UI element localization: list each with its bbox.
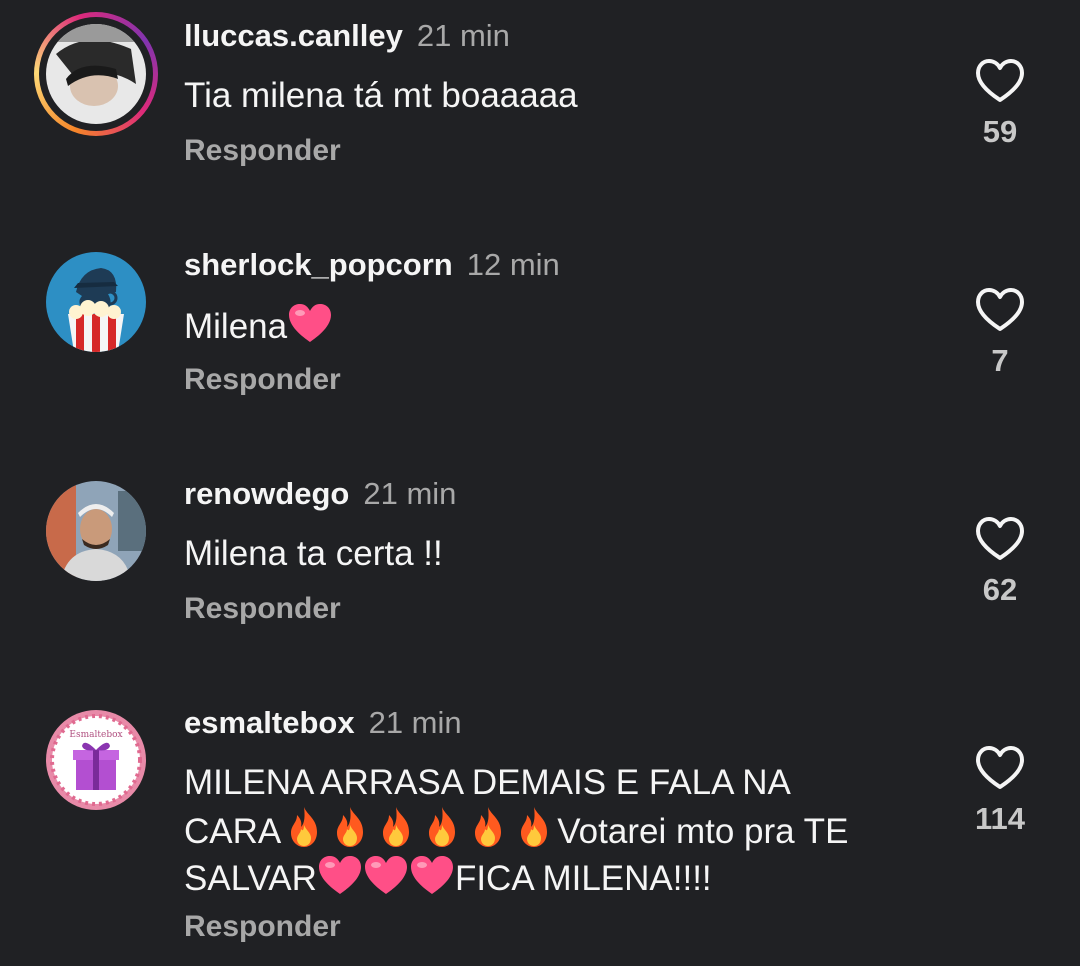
avatar-brand-text: Esmaltebox: [69, 730, 122, 740]
reply-button[interactable]: Responder: [184, 907, 341, 947]
comment-text-segment: SALVAR: [184, 859, 317, 898]
avatar[interactable]: [46, 252, 146, 352]
reply-button[interactable]: Responder: [184, 131, 341, 171]
fire-emoji-icon: [419, 805, 465, 849]
comment-text: Milena: [184, 302, 944, 349]
timestamp: 21 min: [363, 476, 457, 511]
avatar[interactable]: [46, 481, 146, 581]
user-photo-avatar-icon: [46, 24, 146, 124]
comment-text-segment: CARA: [184, 812, 282, 851]
avatar[interactable]: [46, 24, 146, 124]
comment-text-segment: Votarei mto pra TE: [557, 812, 849, 851]
comment-text-line: SALVAR FICA MILENA!!!!: [184, 854, 944, 901]
gift-box-avatar-icon: Esmaltebox: [46, 710, 146, 810]
timestamp: 21 min: [416, 18, 510, 53]
pink-heart-emoji-icon: [287, 302, 333, 344]
fire-emoji-icon: [511, 805, 557, 849]
heart-outline-icon[interactable]: [975, 745, 1025, 791]
comment-text-segment: FICA MILENA!!!!: [454, 859, 712, 898]
username[interactable]: lluccas.canlley: [184, 18, 403, 53]
timestamp: 12 min: [466, 247, 560, 282]
like-count: 62: [982, 572, 1018, 607]
avatar[interactable]: Esmaltebox: [46, 710, 146, 810]
pink-heart-emoji-icon: [317, 854, 363, 896]
like-count: 59: [982, 114, 1018, 149]
comment-text-line: CARA Votarei mto pra TE: [184, 805, 944, 854]
fire-emoji-icon: [327, 805, 373, 849]
man-with-cap-avatar-icon: [46, 481, 146, 581]
like-button[interactable]: 114: [960, 745, 1040, 839]
fire-emoji-icon: [465, 805, 511, 849]
story-ring[interactable]: [34, 12, 158, 136]
username[interactable]: esmaltebox: [184, 705, 355, 740]
like-count: 7: [991, 343, 1009, 378]
comment-text-content: Milena: [184, 307, 288, 346]
like-count: 114: [974, 801, 1025, 836]
heart-outline-icon[interactable]: [975, 58, 1025, 104]
like-button[interactable]: 59: [960, 58, 1040, 152]
comment-text: MILENA ARRASA DEMAIS E FALA NA CARA Votar…: [184, 760, 944, 901]
timestamp: 21 min: [368, 705, 462, 740]
username[interactable]: sherlock_popcorn: [184, 247, 453, 282]
fire-emoji-icon: [373, 805, 419, 849]
fire-emoji-icon: [281, 805, 327, 849]
sherlock-popcorn-avatar-icon: [46, 252, 146, 352]
username[interactable]: renowdego: [184, 476, 349, 511]
pink-heart-emoji-icon: [363, 854, 409, 896]
comment-text: Tia milena tá mt boaaaaa: [184, 76, 578, 115]
like-button[interactable]: 7: [960, 287, 1040, 381]
reply-button[interactable]: Responder: [184, 360, 341, 400]
like-button[interactable]: 62: [960, 516, 1040, 610]
comment-text: Milena ta certa !!: [184, 534, 443, 573]
pink-heart-emoji-icon: [409, 854, 455, 896]
reply-button[interactable]: Responder: [184, 589, 341, 629]
heart-outline-icon[interactable]: [975, 516, 1025, 562]
comment-text-line: MILENA ARRASA DEMAIS E FALA NA: [184, 763, 791, 802]
heart-outline-icon[interactable]: [975, 287, 1025, 333]
